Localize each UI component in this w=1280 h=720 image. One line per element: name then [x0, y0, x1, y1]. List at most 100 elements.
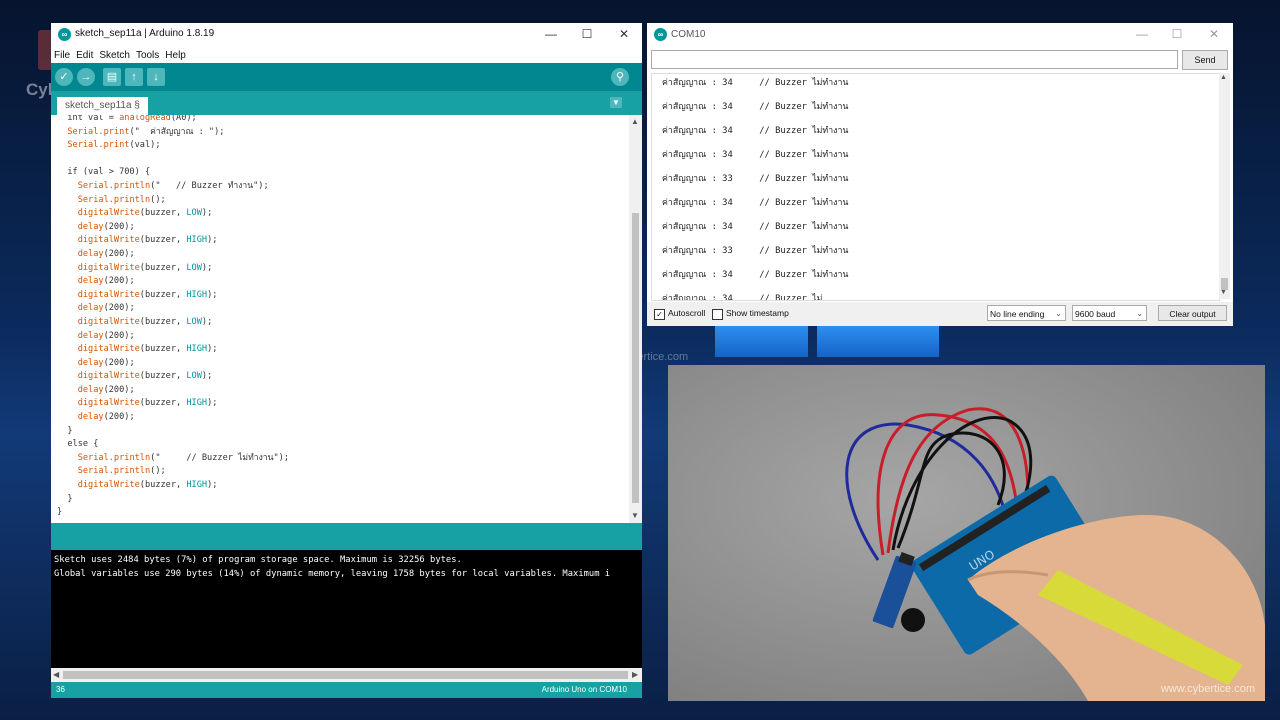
arduino-board-photo-icon: UNO [845, 407, 1265, 701]
editor-scrollbar[interactable]: ▲ ▼ [629, 115, 642, 523]
verify-icon[interactable]: ✓ [55, 68, 73, 86]
new-sketch-icon[interactable]: ▤ [103, 68, 121, 86]
code-line: digitalWrite(buzzer, HIGH); [77, 398, 218, 409]
scroll-down-icon[interactable]: ▼ [631, 511, 639, 520]
baud-select[interactable]: 9600 baud ⌄ [1072, 305, 1147, 321]
build-console: Sketch uses 2484 bytes (7%) of program s… [51, 550, 642, 668]
code-line: delay(200); [77, 357, 135, 368]
serial-title: COM10 [671, 29, 706, 40]
serial-monitor-window: ∞ COM10 — ☐ ✕ Send ค่าสัญญาณ : 34 // Buz… [647, 23, 1233, 326]
close-icon[interactable]: ✕ [614, 26, 634, 42]
scroll-down-icon[interactable]: ▼ [1220, 289, 1227, 296]
clear-output-button[interactable]: Clear output [1158, 305, 1227, 321]
timestamp-checkbox[interactable] [712, 309, 723, 320]
timestamp-label: Show timestamp [726, 308, 789, 318]
code-line: Serial.print(val); [67, 140, 161, 151]
code-line: digitalWrite(buzzer, LOW); [77, 316, 213, 327]
line-number: 36 [56, 685, 65, 694]
ide-menubar: File Edit Sketch Tools Help [51, 45, 642, 63]
baud-value: 9600 baud [1075, 309, 1116, 319]
code-line: digitalWrite(buzzer, LOW); [77, 208, 213, 219]
code-line: digitalWrite(buzzer, HIGH); [77, 289, 218, 300]
photo-watermark: www.cybertice.com [1160, 683, 1255, 695]
serial-output-line: ค่าสัญญาณ : 33 // Buzzer ไม่ทำงาน [662, 174, 849, 184]
serial-output: ค่าสัญญาณ : 34 // Buzzer ไม่ทำงานค่าสัญญ… [651, 73, 1220, 301]
console-divider [51, 523, 642, 550]
code-line: delay(200); [77, 330, 135, 341]
code-line: delay(200); [77, 248, 135, 259]
tab-sketch[interactable]: sketch_sep11a § [57, 97, 148, 115]
console-line: Global variables use 290 bytes (14%) of … [54, 569, 611, 579]
upload-icon[interactable]: → [77, 68, 95, 86]
code-line: if (val > 700) { [57, 167, 151, 178]
code-line: Serial.println(" // Buzzer ทำงาน"); [77, 180, 269, 191]
code-text: int val = analogRead(A0); Serial.print("… [57, 115, 289, 520]
minimize-icon[interactable]: — [1132, 26, 1152, 42]
scroll-right-icon[interactable]: ▶ [632, 670, 638, 679]
console-scroll-thumb[interactable] [63, 671, 628, 679]
code-line: delay(200); [77, 384, 135, 395]
code-line: Serial.println(); [77, 466, 166, 477]
autoscroll-checkbox[interactable]: ✓ [654, 309, 665, 320]
code-line: delay(200); [77, 276, 135, 287]
code-line: Serial.println(" // Buzzer ไม่ทำงาน"); [77, 452, 289, 463]
minimize-icon[interactable]: — [541, 26, 561, 42]
code-line: delay(200); [77, 221, 135, 232]
code-line: digitalWrite(buzzer, HIGH); [77, 344, 218, 355]
code-line: digitalWrite(buzzer, LOW); [77, 371, 213, 382]
board-port-status: Arduino Uno on COM10 [541, 685, 627, 694]
serial-output-line: ค่าสัญญาณ : 34 // Buzzer ไม่ทำงาน [662, 78, 849, 88]
code-line: delay(200); [77, 412, 135, 423]
code-line: } [57, 425, 73, 436]
scroll-left-icon[interactable]: ◀ [53, 670, 59, 679]
serial-output-line: ค่าสัญญาณ : 34 // Buzzer ไม่ [662, 294, 823, 301]
chevron-down-icon: ⌄ [1136, 309, 1143, 318]
maximize-icon[interactable]: ☐ [1167, 26, 1187, 42]
serial-output-line: ค่าสัญญาณ : 33 // Buzzer ไม่ทำงาน [662, 246, 849, 256]
serial-output-line: ค่าสัญญาณ : 34 // Buzzer ไม่ทำงาน [662, 222, 849, 232]
desktop-tile [817, 326, 939, 357]
autoscroll-label: Autoscroll [668, 308, 706, 318]
ide-tabbar: sketch_sep11a § ▼ [51, 91, 642, 115]
serial-output-line: ค่าสัญญาณ : 34 // Buzzer ไม่ทำงาน [662, 198, 849, 208]
code-line: Serial.println(); [77, 194, 166, 205]
open-sketch-icon[interactable]: ↑ [125, 68, 143, 86]
ide-toolbar: ✓ → ▤ ↑ ↓ ⚲ [51, 63, 642, 91]
serial-send-input[interactable] [651, 50, 1178, 69]
console-scrollbar[interactable]: ◀ ▶ [51, 668, 642, 682]
code-line: } [57, 507, 63, 518]
editor-scroll-thumb[interactable] [632, 213, 639, 503]
serial-monitor-icon[interactable]: ⚲ [611, 68, 629, 86]
scroll-up-icon[interactable]: ▲ [631, 117, 639, 126]
tab-menu-icon[interactable]: ▼ [610, 97, 622, 108]
arduino-ide-window: ∞ sketch_sep11a | Arduino 1.8.19 — ☐ ✕ F… [51, 23, 642, 698]
save-sketch-icon[interactable]: ↓ [147, 68, 165, 86]
serial-output-line: ค่าสัญญาณ : 34 // Buzzer ไม่ทำงาน [662, 126, 849, 136]
hardware-photo: UNO www.cybertice.com [668, 365, 1265, 701]
close-icon[interactable]: ✕ [1204, 26, 1224, 42]
arduino-icon: ∞ [654, 28, 667, 41]
chevron-down-icon: ⌄ [1055, 309, 1062, 318]
ide-title: sketch_sep11a | Arduino 1.8.19 [75, 28, 215, 39]
serial-bottom-bar: ✓ Autoscroll Show timestamp No line endi… [647, 302, 1233, 326]
code-line: digitalWrite(buzzer, LOW); [77, 262, 213, 273]
scroll-up-icon[interactable]: ▲ [1220, 74, 1227, 81]
serial-output-line: ค่าสัญญาณ : 34 // Buzzer ไม่ทำงาน [662, 102, 849, 112]
serial-scrollbar[interactable]: ▲ ▼ [1219, 73, 1230, 299]
line-ending-value: No line ending [990, 309, 1045, 319]
code-line: Serial.print(" ค่าสัญญาณ : "); [67, 126, 225, 137]
ide-statusbar: 36 Arduino Uno on COM10 [51, 682, 642, 698]
line-ending-select[interactable]: No line ending ⌄ [987, 305, 1066, 321]
code-line: else { [57, 439, 99, 450]
code-line: digitalWrite(buzzer, HIGH); [77, 480, 218, 491]
serial-output-line: ค่าสัญญาณ : 34 // Buzzer ไม่ทำงาน [662, 150, 849, 160]
serial-output-line: ค่าสัญญาณ : 34 // Buzzer ไม่ทำงาน [662, 270, 849, 280]
maximize-icon[interactable]: ☐ [577, 26, 597, 42]
code-editor[interactable]: int val = analogRead(A0); Serial.print("… [51, 115, 629, 523]
send-button[interactable]: Send [1182, 50, 1228, 70]
code-line: digitalWrite(buzzer, HIGH); [77, 235, 218, 246]
console-line: Sketch uses 2484 bytes (7%) of program s… [54, 555, 462, 565]
desktop-tile [715, 326, 808, 357]
code-line: int val = analogRead(A0); [57, 115, 197, 123]
